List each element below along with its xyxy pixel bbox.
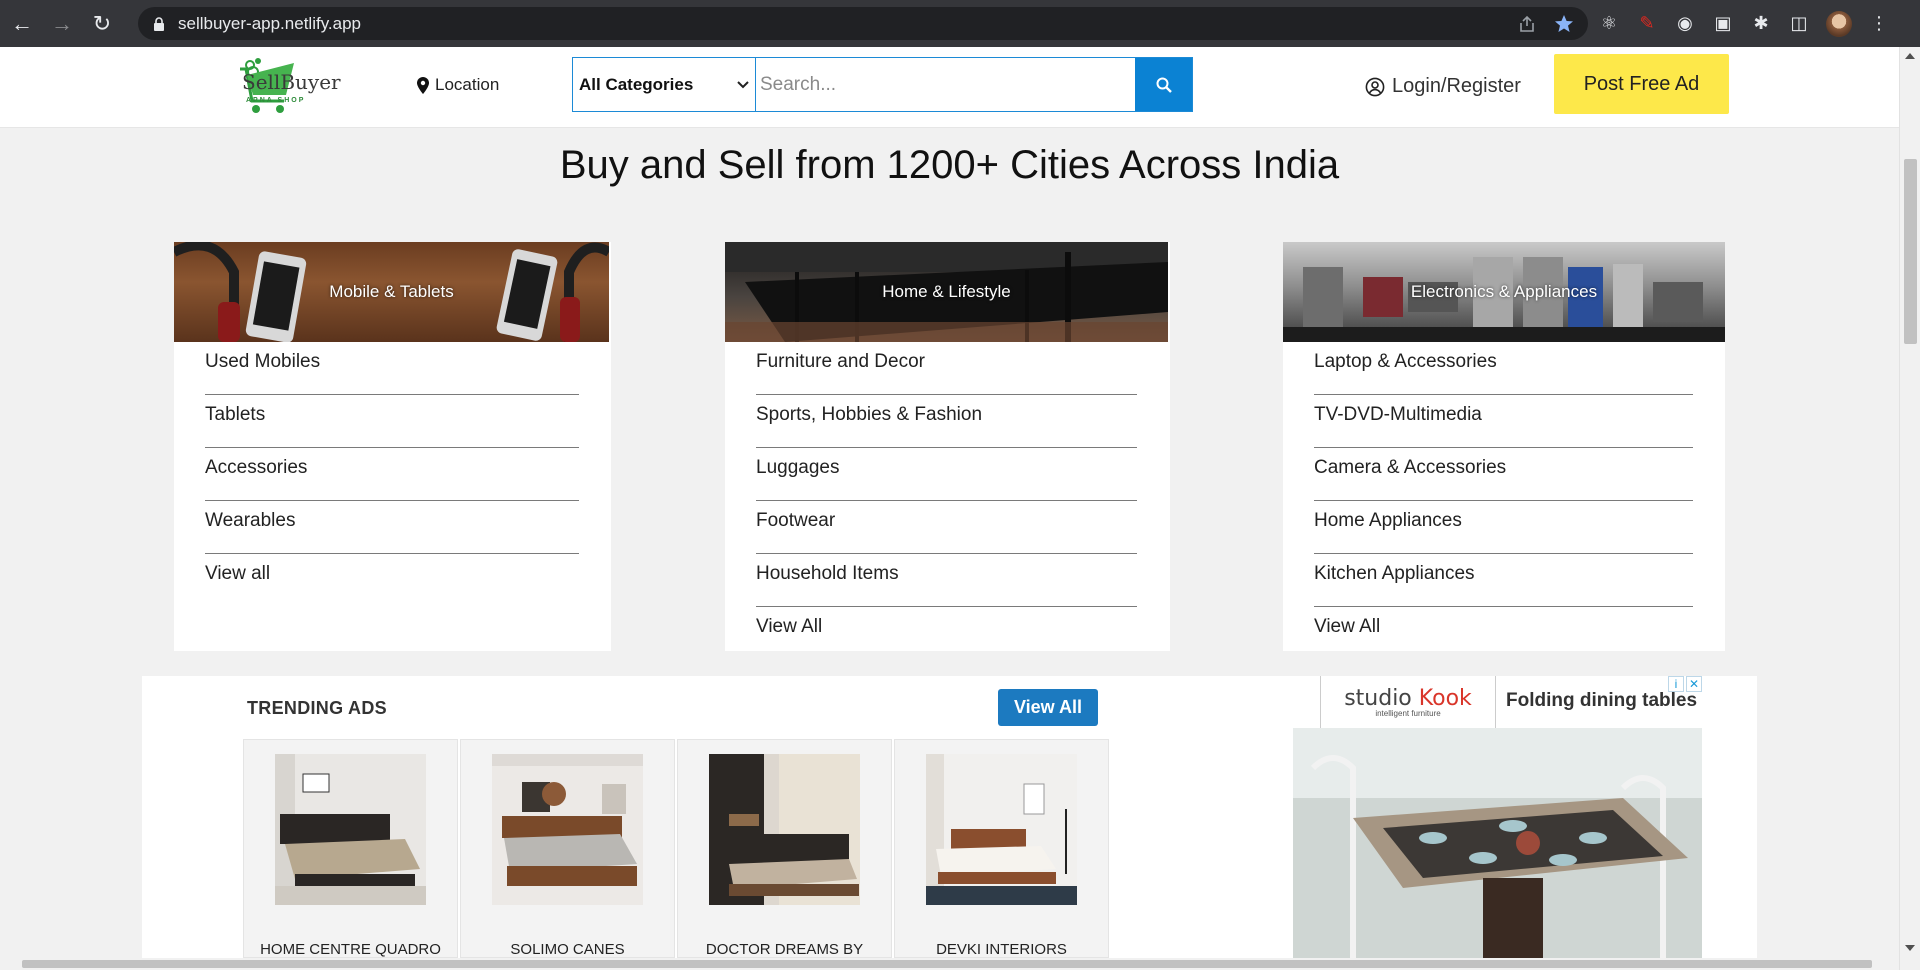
ad-card[interactable]: DEVKI INTERIORS <box>894 739 1109 958</box>
bed-image <box>926 754 1077 905</box>
ad-tagline: intelligent furniture <box>1375 709 1441 718</box>
section-title: TRENDING ADS <box>247 698 387 718</box>
logo-title: SellBuyer <box>242 70 341 94</box>
ad-title: DEVKI INTERIORS <box>936 941 1067 958</box>
category-link[interactable]: Luggages <box>756 448 1137 501</box>
side-panel-icon[interactable]: ◫ <box>1788 13 1810 35</box>
category-link[interactable]: Kitchen Appliances <box>1314 554 1693 607</box>
puzzle-extensions-icon[interactable]: ✱ <box>1750 13 1772 35</box>
bed-image <box>275 754 426 905</box>
category-link[interactable]: TV-DVD-Multimedia <box>1314 395 1693 448</box>
browser-toolbar: ← → ↻ sellbuyer-app.netlify.app ⚛ ✎ ◉ ▣ … <box>0 0 1920 47</box>
category-title: Home & Lifestyle <box>882 282 1011 301</box>
dining-table-image <box>1293 728 1702 958</box>
ad-title: HOME CENTRE QUADRO <box>260 941 441 958</box>
category-link[interactable]: Home Appliances <box>1314 501 1693 554</box>
browser-menu-icon[interactable]: ⋮ <box>1868 13 1890 35</box>
category-select-value: All Categories <box>579 74 694 94</box>
ad-close-icon[interactable]: ✕ <box>1686 676 1702 692</box>
map-pin-icon <box>417 76 429 94</box>
ad-title: DOCTOR DREAMS BY <box>705 941 864 958</box>
profile-avatar[interactable] <box>1826 10 1852 37</box>
category-link[interactable]: Accessories <box>205 448 579 501</box>
site-header: SellBuyer APNA SHOP Location All Categor… <box>0 47 1899 128</box>
category-link[interactable]: Footwear <box>756 501 1137 554</box>
ad-controls: i ✕ <box>1668 676 1702 692</box>
category-view-all-link[interactable]: View All <box>1314 607 1693 660</box>
vertical-scrollbar[interactable] <box>1899 47 1920 970</box>
scroll-down-arrow-icon[interactable] <box>1905 945 1915 951</box>
search-button[interactable] <box>1135 58 1192 111</box>
category-banner[interactable]: Electronics & Appliances <box>1283 242 1725 342</box>
lock-icon <box>154 16 164 31</box>
location-selector[interactable]: Location <box>417 75 499 95</box>
category-view-all-link[interactable]: View all <box>205 554 579 607</box>
pdf-extension-icon[interactable]: ✎ <box>1636 13 1658 35</box>
scroll-thumb[interactable] <box>1904 159 1917 344</box>
category-link[interactable]: Laptop & Accessories <box>1314 342 1693 395</box>
location-label: Location <box>435 75 500 94</box>
category-title: Mobile & Tablets <box>329 282 454 301</box>
url-text: sellbuyer-app.netlify.app <box>178 13 362 33</box>
category-link[interactable]: Used Mobiles <box>205 342 579 395</box>
ad-brand: studio <box>1344 686 1412 711</box>
category-card-mobile: Mobile & Tablets Used Mobiles Tablets Ac… <box>174 242 611 651</box>
reload-icon[interactable]: ↻ <box>84 6 120 42</box>
react-extension-icon[interactable]: ⚛ <box>1598 13 1620 35</box>
view-all-button[interactable]: View All <box>998 689 1098 726</box>
post-free-ad-button[interactable]: Post Free Ad <box>1554 54 1729 114</box>
search-input[interactable]: Search... <box>756 58 1135 111</box>
chevron-down-icon <box>737 80 749 88</box>
ad-headline: Folding dining tables <box>1506 690 1698 711</box>
bed-image <box>709 754 860 905</box>
search-bar: All Categories Search... <box>572 57 1193 112</box>
page-headline: Buy and Sell from 1200+ Cities Across In… <box>559 143 1340 187</box>
scroll-up-arrow-icon[interactable] <box>1905 53 1915 59</box>
category-link[interactable]: Tablets <box>205 395 579 448</box>
sponsored-ad[interactable]: studio Kook intelligent furniture Foldin… <box>1293 676 1702 958</box>
login-label: Login/Register <box>1392 75 1521 97</box>
horizontal-scrollbar[interactable] <box>0 958 1899 970</box>
category-link[interactable]: Camera & Accessories <box>1314 448 1693 501</box>
category-banner[interactable]: Mobile & Tablets <box>174 242 609 342</box>
back-icon[interactable]: ← <box>4 6 40 42</box>
logo-subtitle: APNA SHOP <box>246 97 306 104</box>
ad-brand-accent: Kook <box>1418 686 1472 711</box>
ad-card[interactable]: HOME CENTRE QUADRO <box>243 739 458 958</box>
scroll-thumb[interactable] <box>22 960 1872 968</box>
ad-info-icon[interactable]: i <box>1668 676 1684 692</box>
search-icon <box>1156 77 1172 93</box>
picture-in-picture-icon[interactable]: ▣ <box>1712 13 1734 35</box>
extension-icon[interactable]: ◉ <box>1674 13 1696 35</box>
ad-header: studio Kook intelligent furniture Foldin… <box>1293 676 1702 728</box>
category-link[interactable]: Furniture and Decor <box>756 342 1137 395</box>
forward-icon[interactable]: → <box>44 6 80 42</box>
bed-image <box>492 754 643 905</box>
category-link[interactable]: Household Items <box>756 554 1137 607</box>
user-circle-icon <box>1365 77 1385 96</box>
category-link[interactable]: Sports, Hobbies & Fashion <box>756 395 1137 448</box>
category-title: Electronics & Appliances <box>1410 282 1598 301</box>
login-register-link[interactable]: Login/Register <box>1365 75 1521 98</box>
bookmark-star-icon[interactable] <box>1554 14 1574 34</box>
category-view-all-link[interactable]: View All <box>756 607 1137 660</box>
ad-brand-logo: studio Kook intelligent furniture <box>1320 676 1496 728</box>
category-card-electronics: Electronics & Appliances Laptop & Access… <box>1283 242 1725 651</box>
category-banner[interactable]: Home & Lifestyle <box>725 242 1168 342</box>
ad-card[interactable]: DOCTOR DREAMS BY <box>677 739 892 958</box>
ad-card[interactable]: SOLIMO CANES <box>460 739 675 958</box>
share-icon[interactable] <box>1518 15 1536 33</box>
ad-title: SOLIMO CANES <box>510 941 625 958</box>
category-select[interactable]: All Categories <box>573 58 756 111</box>
category-card-home: Home & Lifestyle Furniture and Decor Spo… <box>725 242 1170 651</box>
address-bar[interactable]: sellbuyer-app.netlify.app <box>138 7 1588 40</box>
category-link[interactable]: Wearables <box>205 501 579 554</box>
